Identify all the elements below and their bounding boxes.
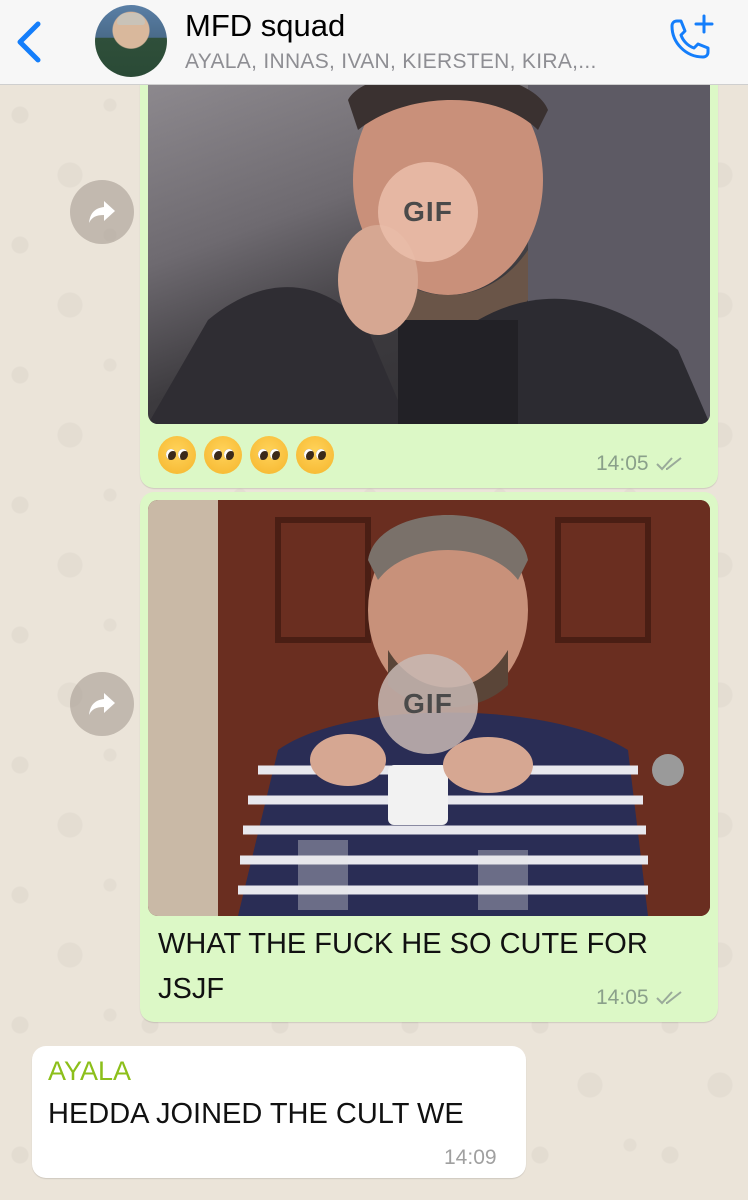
message-bubble-outgoing[interactable]: GIF WHAT THE FUCK HE SO CUTE FOR JSJF 14… — [140, 492, 718, 1022]
gif-badge[interactable]: GIF — [378, 162, 478, 262]
pleading-face-emoji — [204, 436, 242, 474]
message-caption-line: JSJF — [158, 973, 225, 1005]
pleading-face-emoji — [250, 436, 288, 474]
chat-header: MFD squad AYALA, INNAS, IVAN, KIERSTEN, … — [0, 0, 748, 85]
message-caption-line: WHAT THE FUCK HE SO CUTE FOR — [158, 928, 648, 960]
message-timestamp: 14:05 — [596, 452, 685, 476]
sender-name[interactable]: AYALA — [48, 1056, 131, 1087]
gif-thumbnail[interactable]: GIF — [148, 500, 710, 916]
chat-participants[interactable]: AYALA, INNAS, IVAN, KIERSTEN, KIRA,... — [185, 50, 597, 74]
gif-badge[interactable]: GIF — [378, 654, 478, 754]
forward-arrow-icon — [89, 693, 115, 715]
message-bubble-incoming[interactable]: AYALA HEDDA JOINED THE CULT WE 14:09 — [32, 1046, 526, 1178]
forward-arrow-icon — [89, 201, 115, 223]
pleading-face-emoji — [158, 436, 196, 474]
chat-title[interactable]: MFD squad — [185, 8, 345, 44]
message-text: HEDDA JOINED THE CULT WE — [48, 1098, 464, 1130]
pleading-face-emoji — [296, 436, 334, 474]
group-avatar[interactable] — [95, 5, 167, 77]
double-check-icon — [655, 991, 682, 1005]
phone-plus-icon — [670, 14, 714, 59]
message-timestamp: 14:09 — [444, 1146, 497, 1169]
emoji-caption — [158, 436, 334, 474]
back-button[interactable] — [10, 18, 50, 66]
message-bubble-outgoing[interactable]: GIF 14:05 — [140, 70, 718, 488]
forward-button[interactable] — [70, 180, 134, 244]
message-timestamp: 14:05 — [596, 986, 685, 1010]
forward-button[interactable] — [70, 672, 134, 736]
add-call-button[interactable] — [662, 12, 716, 64]
double-check-icon — [655, 457, 682, 471]
chevron-left-icon — [17, 21, 41, 63]
gif-thumbnail[interactable]: GIF — [148, 70, 710, 424]
